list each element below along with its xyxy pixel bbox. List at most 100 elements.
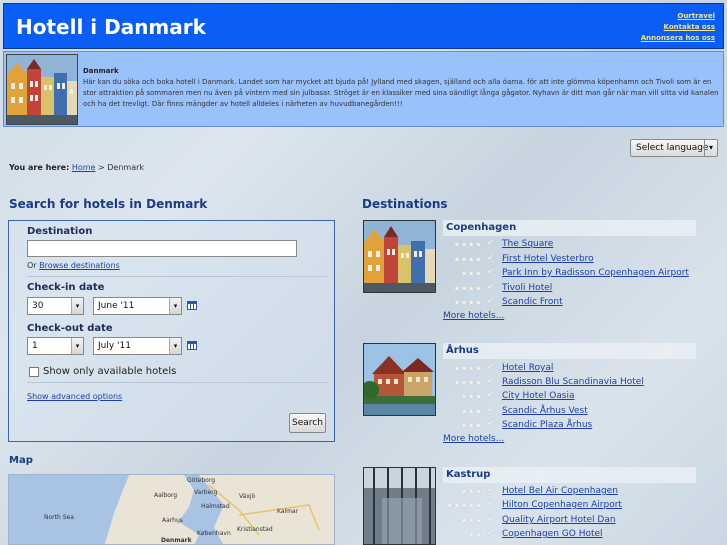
map-label-varberg: Varberg [194,489,218,496]
chevron-down-icon: ▾ [71,338,83,354]
breadcrumb-prefix: You are here: [9,163,70,172]
city-header-arhus: Århus [443,343,696,359]
checkin-day-select[interactable]: 30 ▾ [27,297,84,315]
breadcrumb-current: Denmark [107,163,145,172]
calendar-icon[interactable] [187,341,197,350]
hotel-row: ★★★★★ ✔ Hilton Copenhagen Airport [443,499,696,513]
language-select-value: Select language [636,143,709,153]
hotel-link[interactable]: Park Inn by Radisson Copenhagen Airport [502,268,689,278]
hotel-link[interactable]: Hilton Copenhagen Airport [502,500,622,510]
checkout-month-value: July '11 [98,341,131,351]
divider [27,382,327,383]
hotel-link[interactable]: Scandic Plaza Århus [502,420,592,430]
available-only-checkbox[interactable] [29,367,39,377]
chevron-down-icon: ▾ [169,298,181,314]
map-label-aarhus: Aarhus [162,517,183,524]
site-title: Hotell i Danmark [16,15,206,39]
search-title: Search for hotels in Denmark [9,197,208,211]
intro-text-block: Danmark Här kan du söka och boka hotell … [83,67,719,110]
hotel-row: ★★★★ ✔ Hotel Royal [443,362,696,376]
available-only-label: Show only available hotels [43,366,177,377]
checkin-month-select[interactable]: June '11 ▾ [93,297,182,315]
search-button[interactable]: Search [289,413,326,433]
kastrup-photo[interactable] [363,467,436,545]
check-icon: ✔ [487,362,495,372]
map-label-north-sea: North Sea [44,514,74,521]
hotel-link[interactable]: First Hotel Vesterbro [502,254,594,264]
hotel-link[interactable]: City Hotel Oasia [502,391,575,401]
calendar-icon[interactable] [187,301,197,310]
checkin-month-value: June '11 [98,301,135,311]
star-rating: ★★★ [460,516,482,525]
arhus-photo[interactable] [363,343,436,416]
hotel-link[interactable]: Copenhagen GO Hotel [502,529,603,539]
star-rating: ★★ [467,530,482,539]
check-icon: ✔ [487,485,495,495]
hotel-link[interactable]: Quality Airport Hotel Dan [502,515,616,525]
check-icon: ✔ [487,419,495,429]
check-icon: ✔ [487,405,495,415]
star-rating: ★★★★ [453,240,482,249]
language-select[interactable]: Select language ▾ [630,139,718,157]
link-advertise[interactable]: Annonsera hos oss [641,33,715,44]
top-links: Ourtravel Kontakta oss Annonsera hos oss [641,11,715,44]
map-label-kobenhavn: København [197,530,231,537]
hotel-link[interactable]: Scandic Front [502,297,563,307]
hotel-row: ★★★★ ✔ Tivoli Hotel [443,282,696,296]
checkout-label: Check-out date [27,323,113,334]
hotel-row: ★★★ ✔ Hotel Bel Air Copenhagen [443,485,696,499]
map-title: Map [9,455,33,466]
advanced-options-link[interactable]: Show advanced options [27,392,122,401]
hotel-link[interactable]: Hotel Bel Air Copenhagen [502,486,618,496]
map-label-aalborg: Aalborg [154,492,178,499]
star-rating: ★★★★ [453,378,482,387]
hotel-row: ★★★★ ✔ Radisson Blu Scandinavia Hotel [443,376,696,390]
breadcrumb-home[interactable]: Home [72,163,96,172]
checkout-day-value: 1 [32,341,38,351]
checkout-month-select[interactable]: July '11 ▾ [93,337,182,355]
copenhagen-photo[interactable] [363,220,436,293]
breadcrumb-separator: > [98,163,105,172]
map-label-kalmar: Kalmar [277,508,299,515]
link-contact[interactable]: Kontakta oss [641,22,715,33]
star-rating: ★★★★ [453,255,482,264]
check-icon: ✔ [487,390,495,400]
checkin-label: Check-in date [27,282,105,293]
hotel-row: ★★★ ✔ City Hotel Oasia [443,390,696,404]
more-hotels-link[interactable]: More hotels... [443,434,504,444]
destination-label: Destination [27,226,93,237]
hotel-row: ★★★ ✔ Scandic Plaza Århus [443,419,696,433]
city-header-kastrup: Kastrup [443,467,696,483]
site-header: Hotell i Danmark Ourtravel Kontakta oss … [3,3,724,49]
map-label-kristianstad: Kristianstad [237,526,273,533]
checkin-day-value: 30 [32,301,44,311]
hotel-link[interactable]: Tivoli Hotel [502,283,552,293]
star-rating: ★★★★ [453,364,482,373]
destinations-title: Destinations [362,197,448,211]
check-icon: ✔ [487,528,495,538]
chevron-down-icon: ▾ [169,338,181,354]
hotel-link[interactable]: The Square [502,239,553,249]
checkout-day-select[interactable]: 1 ▾ [27,337,84,355]
map[interactable]: North Sea Göteborg Aalborg Varberg Halms… [8,474,335,545]
hotel-row: ★★★ ✔ Quality Airport Hotel Dan [443,514,696,528]
hotel-row: ★★★★ ✔ Scandic Front [443,296,696,310]
hotel-row: ★★★★ ✔ First Hotel Vesterbro [443,253,696,267]
intro-panel: Danmark Här kan du söka och boka hotell … [3,51,724,127]
more-hotels-link[interactable]: More hotels... [443,311,504,321]
intro-heading: Danmark [83,67,119,75]
check-icon: ✔ [487,296,495,306]
link-ourtravel[interactable]: Ourtravel [641,11,715,22]
hotel-link[interactable]: Radisson Blu Scandinavia Hotel [502,377,644,387]
browse-line: Or Browse destinations [27,261,120,270]
check-icon: ✔ [487,253,495,263]
hotel-row: ★★★ ✔ Scandic Århus Vest [443,405,696,419]
map-label-halmstad: Halmstad [201,503,230,510]
hotel-link[interactable]: Hotel Royal [502,363,553,373]
destination-input[interactable] [27,240,297,257]
or-text: Or [27,261,37,270]
browse-destinations-link[interactable]: Browse destinations [39,261,120,270]
hotel-row: ★★★★ ✔ The Square [443,238,696,252]
hotel-link[interactable]: Scandic Århus Vest [502,406,588,416]
star-rating: ★★★★ [453,284,482,293]
